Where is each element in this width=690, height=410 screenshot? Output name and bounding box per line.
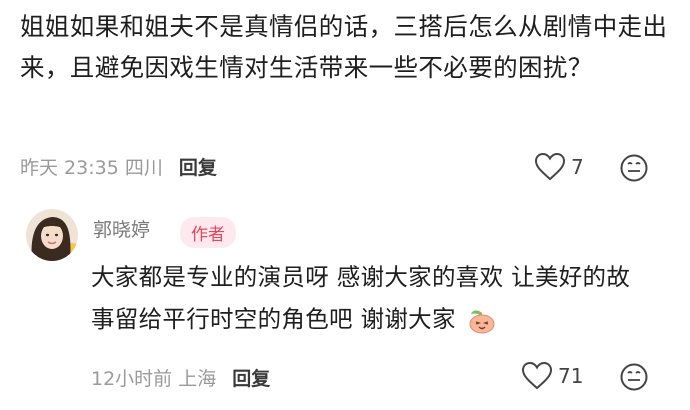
author-badge: 作者 xyxy=(180,217,236,248)
avatar[interactable] xyxy=(26,209,78,261)
reply-text: 大家都是专业的演员呀 感谢大家的喜欢 让美好的故事留给平行时空的角色吧 谢谢大家 xyxy=(91,256,651,340)
peach-face-emoji xyxy=(469,309,495,333)
reply-meta: 12小时前 上海 回复 xyxy=(91,364,270,391)
reply-time: 12小时前 xyxy=(91,368,173,390)
reply-username[interactable]: 郭晓婷 xyxy=(93,215,150,242)
reply-text-body: 大家都是专业的演员呀 感谢大家的喜欢 让美好的故事留给平行时空的角色吧 谢谢大家 xyxy=(91,263,631,333)
reply-location: 上海 xyxy=(178,368,217,390)
emoji-face-icon[interactable] xyxy=(619,362,649,392)
comment-reply-button[interactable]: 回复 xyxy=(179,157,217,179)
comment-time: 昨天 23:35 xyxy=(20,157,119,179)
reply-like-count: 71 xyxy=(558,364,584,388)
heart-outline-icon[interactable] xyxy=(521,361,553,391)
reply-reply-button[interactable]: 回复 xyxy=(232,368,270,390)
comment-location: 四川 xyxy=(124,157,163,179)
heart-outline-icon[interactable] xyxy=(534,152,566,182)
emoji-face-icon[interactable] xyxy=(619,153,649,183)
comment-meta: 昨天 23:35 四川 回复 xyxy=(20,153,217,180)
comment-text: 姐姐如果和姐夫不是真情侣的话，三搭后怎么从剧情中走出来，且避免因戏生情对生活带来… xyxy=(20,12,668,82)
comment-like-count: 7 xyxy=(571,155,584,179)
